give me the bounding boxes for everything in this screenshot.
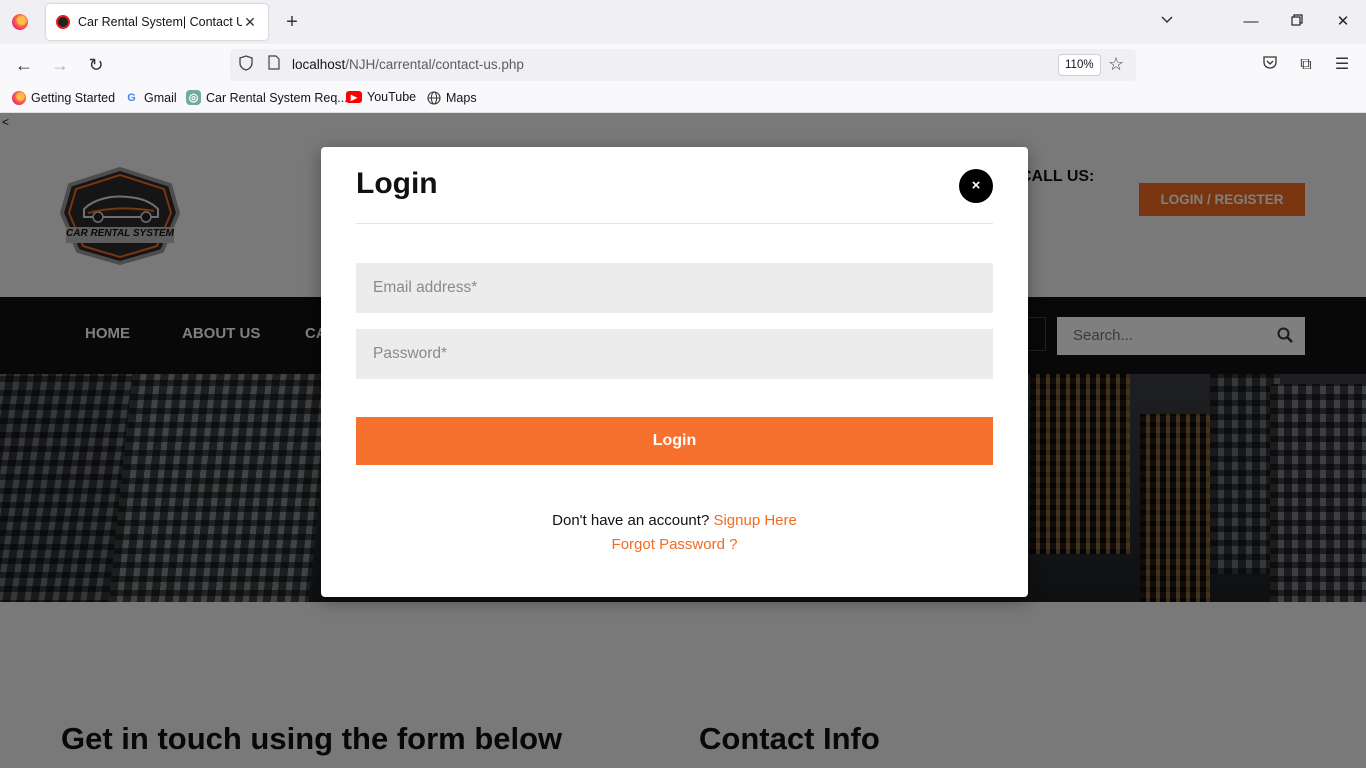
signup-link[interactable]: Signup Here [713,512,796,529]
bookmark-label: Gmail [144,90,177,105]
bookmark-youtube[interactable]: ▶ YouTube [346,90,416,104]
zoom-level-badge[interactable]: 110% [1058,54,1101,76]
url-bar[interactable]: localhost/NJH/carrental/contact-us.php 1… [230,49,1136,81]
bookmark-label: YouTube [367,90,417,104]
bookmark-gmail[interactable]: G Gmail [124,90,177,105]
bookmark-label: Maps [446,90,477,105]
close-icon[interactable]: × [959,169,993,203]
page-icon[interactable] [264,55,284,75]
site-favicon-icon [56,15,70,29]
no-account-text: Don't have an account? [552,512,710,529]
bookmark-maps[interactable]: Maps [426,90,477,105]
app-menu-icon[interactable]: ☰ [1330,54,1354,76]
bookmark-car-rental[interactable]: ◎ Car Rental System Req... [186,90,348,105]
url-host: localhost [292,57,346,72]
modal-divider [356,223,993,224]
forward-icon[interactable]: → [46,52,74,78]
login-button[interactable]: Login [356,417,993,465]
firefox-menu-icon[interactable] [8,10,32,34]
tab-close-icon[interactable]: ✕ [242,14,258,31]
reload-icon[interactable]: ↻ [82,52,110,78]
url-path: /NJH/carrental/contact-us.php [345,57,524,72]
bookmark-getting-started[interactable]: Getting Started [11,90,115,105]
bookmark-label: Getting Started [31,90,116,105]
shield-icon[interactable] [236,55,256,75]
email-field[interactable] [356,263,993,313]
login-modal: Login × Login Don't have an account? Sig… [321,147,1028,597]
tab-list-chevron-icon[interactable] [1155,10,1179,34]
browser-nav-bar: ← → ↻ localhost/NJH/carrental/contact-us… [0,44,1366,86]
google-icon: G [127,91,136,104]
globe-icon [426,90,441,105]
bookmark-label: Car Rental System Req... [206,90,348,105]
modal-title: Login [356,167,438,200]
new-tab-icon[interactable]: + [280,10,304,34]
close-window-icon[interactable]: ✕ [1331,10,1355,34]
restore-icon[interactable] [1285,10,1309,34]
chatgpt-icon: ◎ [186,90,201,105]
password-field[interactable] [356,329,993,379]
browser-tab[interactable]: Car Rental System| Contact Us P ✕ [46,4,268,40]
bookmarks-bar: Getting Started G Gmail ◎ Car Rental Sys… [0,86,1366,113]
forgot-password-link[interactable]: Forgot Password ? [612,536,738,553]
pocket-icon[interactable] [1258,54,1282,76]
forgot-password-row: Forgot Password ? [321,536,1028,553]
bookmark-star-icon[interactable]: ☆ [1108,54,1124,75]
youtube-icon: ▶ [346,91,362,103]
minimize-icon[interactable]: — [1239,10,1263,34]
firefox-icon [11,90,26,105]
browser-tab-bar: Car Rental System| Contact Us P ✕ + — ✕ [0,0,1366,44]
extensions-icon[interactable]: ⧉ [1294,54,1318,76]
signup-prompt: Don't have an account? Signup Here [321,512,1028,529]
back-icon[interactable]: ← [10,52,38,78]
url-text[interactable]: localhost/NJH/carrental/contact-us.php [292,57,524,72]
tab-title: Car Rental System| Contact Us P [78,15,242,29]
